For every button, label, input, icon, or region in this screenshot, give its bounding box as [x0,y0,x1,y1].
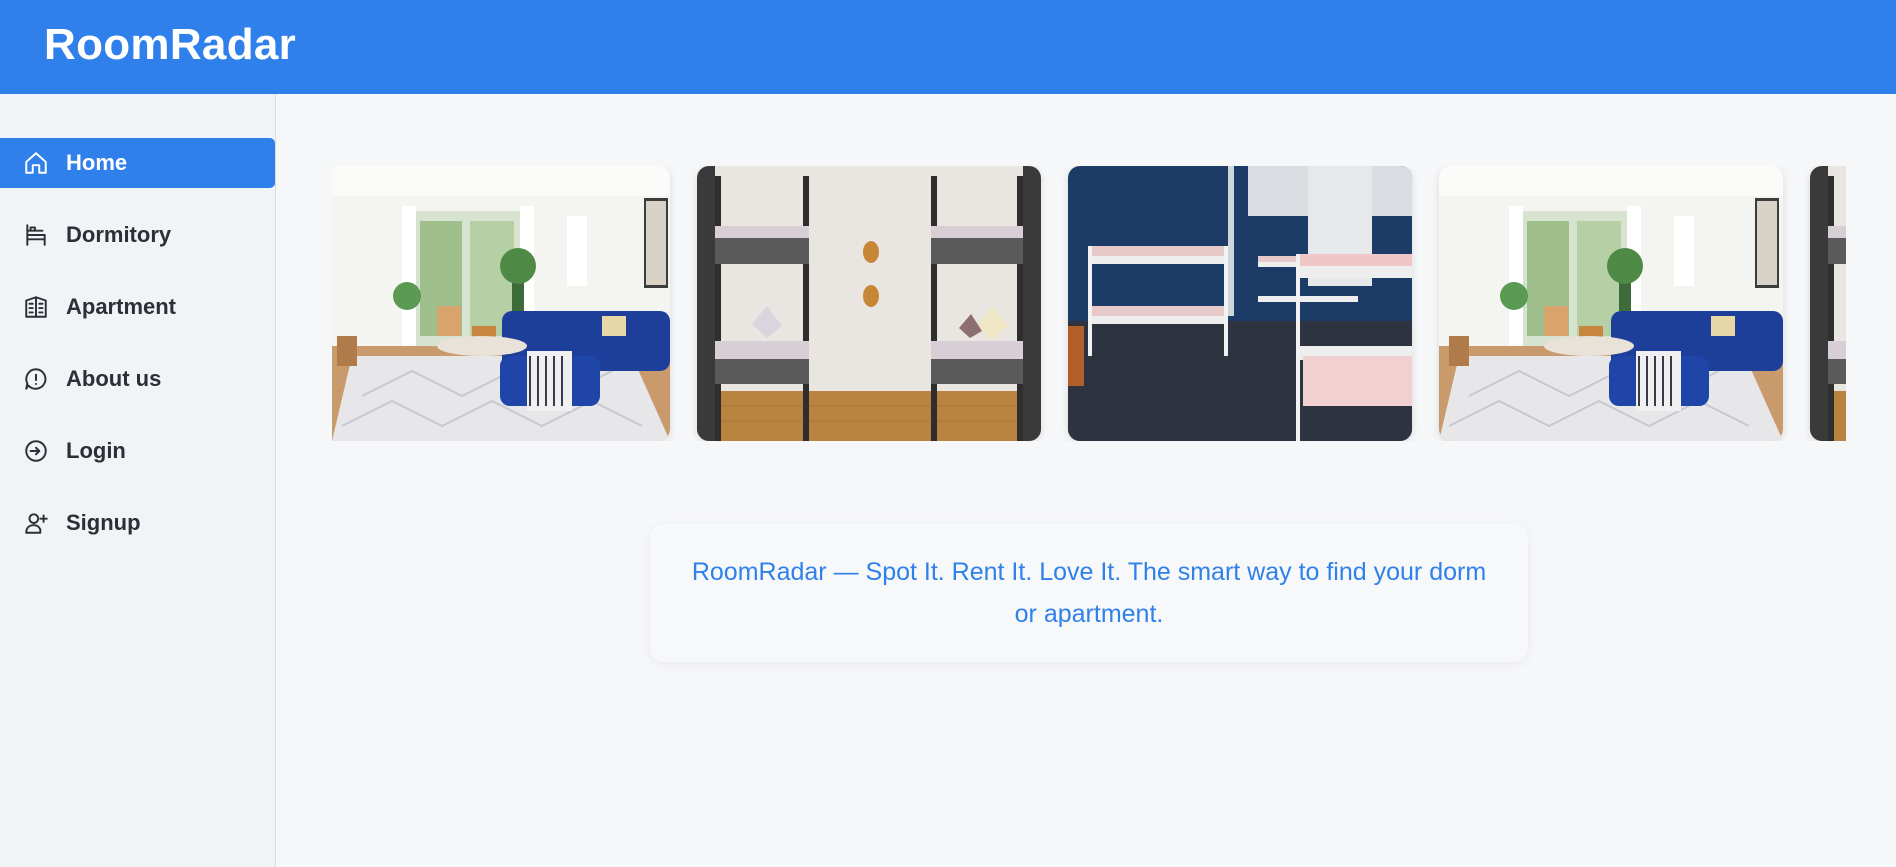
image-carousel[interactable] [332,166,1846,441]
carousel-slide-bunk-beds[interactable] [1810,166,1846,441]
sidebar: Home Dormitory Apartment About us Login … [0,94,276,867]
carousel-slide-living-room[interactable] [332,166,670,441]
sidebar-item-apartment[interactable]: Apartment [0,282,275,332]
sidebar-item-label: Home [66,150,128,175]
building-icon [22,293,50,321]
app-title[interactable]: RoomRadar [44,20,296,70]
tagline-card: RoomRadar — Spot It. Rent It. Love It. T… [650,524,1528,662]
sidebar-item-label: About us [66,366,162,391]
sidebar-item-label: Signup [66,510,141,535]
sidebar-item-label: Dormitory [66,222,172,247]
tagline: RoomRadar — Spot It. Rent It. Love It. T… [691,558,1487,628]
carousel-slide-dorm[interactable] [1068,166,1412,441]
home-icon [22,149,50,177]
login-icon [22,437,50,465]
bed-icon [22,221,50,249]
user-plus-icon [22,509,50,537]
top-bar: RoomRadar [0,0,1896,94]
sidebar-item-dormitory[interactable]: Dormitory [0,210,275,260]
sidebar-item-home[interactable]: Home [0,138,275,188]
info-circle-icon [22,365,50,393]
carousel-slide-living-room[interactable] [1439,166,1783,441]
sidebar-item-label: Apartment [66,294,177,319]
sidebar-item-about-us[interactable]: About us [0,354,275,404]
sidebar-item-signup[interactable]: Signup [0,498,275,548]
carousel-slide-bunk-beds[interactable] [697,166,1041,441]
sidebar-item-label: Login [66,438,126,463]
sidebar-item-login[interactable]: Login [0,426,275,476]
